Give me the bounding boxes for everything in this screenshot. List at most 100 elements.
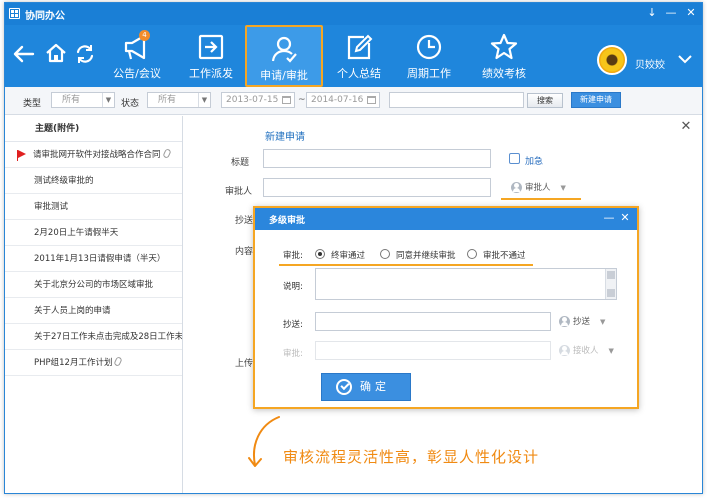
multi-approval-dialog: 多级审批 — ✕ 审批: 终审通过 同意并继续审批 审批不通过 说明: 抄送: … [253,206,639,409]
app-grid-icon [9,8,20,19]
subject-label: 标题 [231,158,250,168]
edit-note-icon [347,34,373,60]
list-item-title: 关于人员上岗的申请 [34,306,111,316]
list-item[interactable]: 关于北京分公司的市场区域审批 [5,272,182,298]
scroll-up-icon[interactable] [607,271,615,279]
tab-label: 申请/审批 [260,69,308,82]
form-title: 新建申请 [265,132,305,143]
search-button[interactable]: 搜索 [527,93,563,108]
approval-user-icon [271,36,297,63]
dialog-approver-picker: 接收人 ▼ [557,343,621,359]
dialog-minimize-button[interactable]: — [603,211,615,225]
person-icon [559,345,570,356]
chevron-down-icon[interactable] [678,55,692,64]
radio-reject-label: 审批不通过 [483,251,526,261]
calendar-icon[interactable] [282,96,291,104]
scroll-down-icon[interactable] [607,289,615,297]
person-icon [511,182,522,193]
radio-agree-continue-label: 同意并继续审批 [396,251,456,261]
date-to-value: 2014-07-16 [311,95,364,105]
list-item[interactable]: 请审批网开软件对接战略合作合同 [5,142,182,168]
urgent-checkbox[interactable] [509,153,520,164]
list-item-title: 2011年1月13日请假申请（半天） [34,254,166,264]
urgent-label: 加急 [525,157,544,167]
tab-personal-summary[interactable]: 个人总结 [329,25,389,87]
notification-badge: 4 [139,30,150,41]
home-icon[interactable] [45,43,67,63]
tab-label: 周期工作 [407,67,451,80]
list-item[interactable]: PHP组12月工作计划 [5,350,182,376]
star-icon [490,33,518,60]
list-item[interactable]: 关于人员上岗的申请 [5,298,182,324]
search-input[interactable] [389,92,524,108]
dialog-cc-input[interactable] [315,312,551,331]
approver-picker[interactable]: 审批人 ▼ [509,180,581,196]
status-label: 状态 [121,99,140,109]
feature-caption: 审核流程灵活性高，彰显人性化设计 [283,448,540,466]
status-select[interactable]: 所有 ▼ [147,92,211,108]
tab-periodic-work[interactable]: 周期工作 [399,25,459,87]
confirm-button[interactable]: 确定 [321,373,411,401]
list-item[interactable]: 2011年1月13日请假申请（半天） [5,246,182,272]
dialog-approver-picker-label: 接收人 [573,346,599,356]
type-label: 类型 [23,99,42,109]
note-label: 说明: [283,282,303,292]
dropdown-arrow-icon: ▼ [198,93,210,107]
list-item[interactable]: 2月20日上午请假半天 [5,220,182,246]
confirm-button-label: 确定 [360,380,390,393]
dialog-header: 多级审批 — ✕ [255,208,637,230]
note-scrollbar[interactable] [605,269,616,299]
list-item-title: 测试终级审批的 [34,176,94,186]
list-item-title: 审批测试 [34,202,69,212]
date-from-input[interactable]: 2013-07-15 [221,92,295,108]
app-window: 协同办公 ↓ — ✕ 4 公告/会议 工作派发 申请/审批 个人总结 周期工作 … [4,2,703,494]
calendar-icon[interactable] [367,96,376,104]
dialog-cc-label: 抄送: [283,320,303,330]
approver-picker-label: 审批人 [525,183,551,193]
refresh-icon[interactable] [75,44,95,64]
list-item-title: PHP组12月工作计划 [34,358,113,368]
dispatch-icon [198,34,224,60]
type-select[interactable]: 所有 ▼ [51,92,115,108]
tab-label: 工作派发 [189,67,233,80]
list-item[interactable]: 测试终级审批的 [5,168,182,194]
minimize-button[interactable]: — [662,5,680,21]
date-to-input[interactable]: 2014-07-16 [306,92,380,108]
approver-input[interactable] [263,178,491,197]
request-list: 主题(附件) 请审批网开软件对接战略合作合同 测试终级审批的 审批测试 2月20… [5,116,183,493]
curved-arrow-icon [248,416,280,467]
dialog-approver-label: 审批: [283,349,303,359]
window-title: 协同办公 [25,11,65,22]
close-form-button[interactable]: ✕ [679,120,693,134]
download-button[interactable]: ↓ [643,5,661,21]
tab-label: 公告/会议 [113,67,161,80]
cc-label: 抄送 [235,216,254,226]
tab-apply-approve[interactable]: 申请/审批 [245,25,323,87]
dialog-cc-picker[interactable]: 抄送 ▼ [557,314,621,330]
list-item-title: 请审批网开软件对接战略合作合同 [33,150,161,160]
tab-performance[interactable]: 绩效考核 [473,25,535,87]
attachment-icon [113,356,124,367]
close-window-button[interactable]: ✕ [682,5,700,21]
avatar[interactable] [597,45,627,75]
person-icon [559,316,570,327]
list-item[interactable]: 审批测试 [5,194,182,220]
radio-final-approve[interactable] [315,249,325,259]
clock-icon [416,34,442,60]
approver-label: 审批人 [225,187,253,197]
radio-agree-continue[interactable] [380,249,390,259]
dropdown-arrow-icon: ▼ [102,93,114,107]
tab-announcements[interactable]: 4 公告/会议 [105,25,169,87]
list-item[interactable]: 关于27日工作未点击完成及28日工作未 [5,324,182,350]
new-request-button[interactable]: 新建申请 [571,92,621,108]
tab-work-dispatch[interactable]: 工作派发 [181,25,241,87]
radio-reject[interactable] [467,249,477,259]
subject-input[interactable] [263,149,491,168]
dialog-close-button[interactable]: ✕ [619,211,631,225]
username[interactable]: 贝姣姣 [635,56,665,71]
note-textarea[interactable] [315,268,617,300]
back-arrow-icon[interactable] [13,45,35,63]
caret-down-icon: ▼ [600,318,606,326]
type-select-value: 所有 [62,95,81,105]
check-circle-icon [336,379,352,395]
